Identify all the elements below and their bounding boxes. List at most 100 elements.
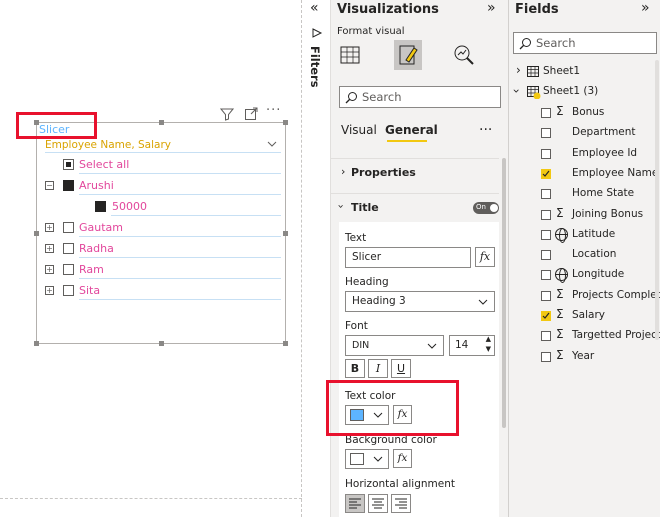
item-checkbox-checked[interactable] (63, 180, 74, 191)
field-checkbox-checked[interactable] (541, 168, 551, 179)
fields-search-input[interactable]: Search (513, 32, 657, 54)
resize-handle[interactable] (283, 231, 288, 236)
align-right-button[interactable] (391, 494, 411, 513)
double-chevron-left-icon[interactable]: « (310, 0, 319, 16)
field-item[interactable]: Location (509, 245, 660, 265)
field-item[interactable]: Department (509, 123, 660, 143)
select-all-checkbox[interactable] (63, 159, 74, 170)
slicer-field-header[interactable]: Employee Name, Salary (45, 138, 279, 152)
focus-mode-icon[interactable] (244, 107, 258, 121)
field-checkbox[interactable] (541, 270, 551, 281)
slicer-title[interactable]: Slicer (39, 123, 69, 136)
filters-pane-collapsed[interactable]: « Filters (304, 0, 330, 517)
font-size-stepper[interactable]: 14 ▲ ▼ (449, 335, 495, 356)
field-checkbox[interactable] (541, 108, 551, 118)
chevron-down-icon[interactable] (267, 141, 277, 148)
double-chevron-right-icon[interactable]: » (487, 0, 496, 16)
resize-handle[interactable] (159, 120, 164, 125)
tab-general[interactable]: General (385, 123, 438, 137)
scrollbar[interactable] (501, 150, 507, 510)
stepper-down-icon[interactable]: ▼ (486, 345, 491, 353)
build-visual-icon[interactable] (337, 42, 363, 68)
field-item[interactable]: Σ Bonus (509, 103, 660, 123)
field-checkbox[interactable] (541, 148, 551, 159)
more-options-icon[interactable]: ··· (266, 103, 281, 118)
align-left-button[interactable] (345, 494, 365, 513)
field-item[interactable]: Σ Targetted Projects (509, 326, 660, 346)
collapse-icon[interactable]: − (45, 181, 54, 190)
item-checkbox[interactable] (63, 243, 74, 254)
fx-button[interactable]: fx (475, 247, 495, 267)
more-options-icon[interactable]: ··· (479, 122, 492, 138)
expand-icon[interactable]: + (45, 286, 54, 295)
background-color-fx-button[interactable]: fx (393, 449, 412, 468)
resize-handle[interactable] (283, 120, 288, 125)
field-checkbox[interactable] (541, 331, 551, 342)
scrollbar-thumb[interactable] (502, 158, 506, 428)
field-checkbox[interactable] (541, 128, 551, 139)
slicer-item-sita[interactable]: + Sita (45, 283, 279, 299)
title-toggle[interactable]: On (473, 202, 499, 214)
slicer-item-radha[interactable]: + Radha (45, 241, 279, 257)
resize-handle[interactable] (283, 341, 288, 346)
field-item[interactable]: Σ Projects Complet... (509, 286, 660, 306)
field-item[interactable]: Σ Joining Bonus (509, 205, 660, 225)
slicer-visual[interactable]: Employee Name, Salary Select all − Arush… (34, 120, 288, 346)
tab-visual[interactable]: Visual (341, 123, 377, 137)
slicer-header-label: Employee Name, Salary (45, 139, 171, 151)
analytics-icon[interactable] (451, 42, 477, 68)
heading-select[interactable]: Heading 3 (345, 291, 495, 312)
resize-handle[interactable] (34, 341, 39, 346)
field-item[interactable]: Employee Name (509, 164, 660, 184)
underline-button[interactable]: U (391, 359, 411, 378)
filters-label[interactable]: Filters (308, 46, 322, 88)
title-section-header[interactable]: › Title On (331, 193, 499, 221)
field-name: Projects Complet... (572, 288, 660, 301)
slicer-item-ram[interactable]: + Ram (45, 262, 279, 278)
field-item[interactable]: Σ Year (509, 347, 660, 367)
slicer-subitem-salary[interactable]: 50000 (95, 199, 275, 215)
format-visual-icon[interactable] (394, 40, 422, 70)
slicer-item-arushi[interactable]: − Arushi (45, 178, 279, 194)
visual-search-input[interactable]: Search (339, 86, 501, 108)
filter-icon[interactable] (220, 107, 234, 121)
item-checkbox[interactable] (63, 222, 74, 233)
expand-icon[interactable]: + (45, 223, 54, 232)
stepper-up-icon[interactable]: ▲ (486, 335, 491, 343)
field-item[interactable]: Employee Id (509, 144, 660, 164)
expand-icon[interactable]: + (45, 265, 54, 274)
field-checkbox[interactable] (541, 189, 551, 200)
item-checkbox[interactable] (63, 264, 74, 275)
chevron-down-icon (427, 343, 437, 349)
slicer-item-gautam[interactable]: + Gautam (45, 220, 279, 236)
field-checkbox[interactable] (541, 351, 551, 362)
field-item[interactable]: Longitude (509, 265, 660, 285)
expand-icon[interactable]: + (45, 244, 54, 253)
properties-section[interactable]: › Properties (331, 158, 499, 186)
bold-button[interactable]: B (345, 359, 365, 378)
field-item[interactable]: Home State (509, 184, 660, 204)
background-color-picker[interactable] (345, 449, 389, 469)
field-checkbox[interactable] (541, 209, 551, 220)
field-checkbox[interactable] (541, 290, 551, 301)
field-checkbox[interactable] (541, 250, 551, 261)
title-text-input[interactable]: Slicer (345, 247, 471, 268)
font-family-select[interactable]: DIN (345, 335, 444, 356)
field-checkbox[interactable] (541, 229, 551, 240)
fields-scrollbar[interactable] (655, 60, 660, 360)
heading-label: Heading (345, 276, 389, 288)
double-chevron-right-icon[interactable]: » (641, 0, 650, 16)
item-checkbox-checked[interactable] (95, 201, 106, 212)
slicer-select-all[interactable]: Select all (63, 157, 279, 173)
align-center-button[interactable] (368, 494, 388, 513)
resize-handle[interactable] (34, 231, 39, 236)
scrollbar-thumb[interactable] (655, 60, 659, 340)
table-sheet1[interactable]: › Sheet1 (509, 62, 660, 82)
field-item[interactable]: Σ Salary (509, 306, 660, 326)
field-checkbox-checked[interactable] (541, 311, 551, 321)
field-item[interactable]: Latitude (509, 225, 660, 245)
table-sheet1-3[interactable]: › Sheet1 (3) (509, 82, 660, 102)
italic-button[interactable]: I (368, 359, 388, 378)
item-checkbox[interactable] (63, 285, 74, 296)
resize-handle[interactable] (159, 341, 164, 346)
